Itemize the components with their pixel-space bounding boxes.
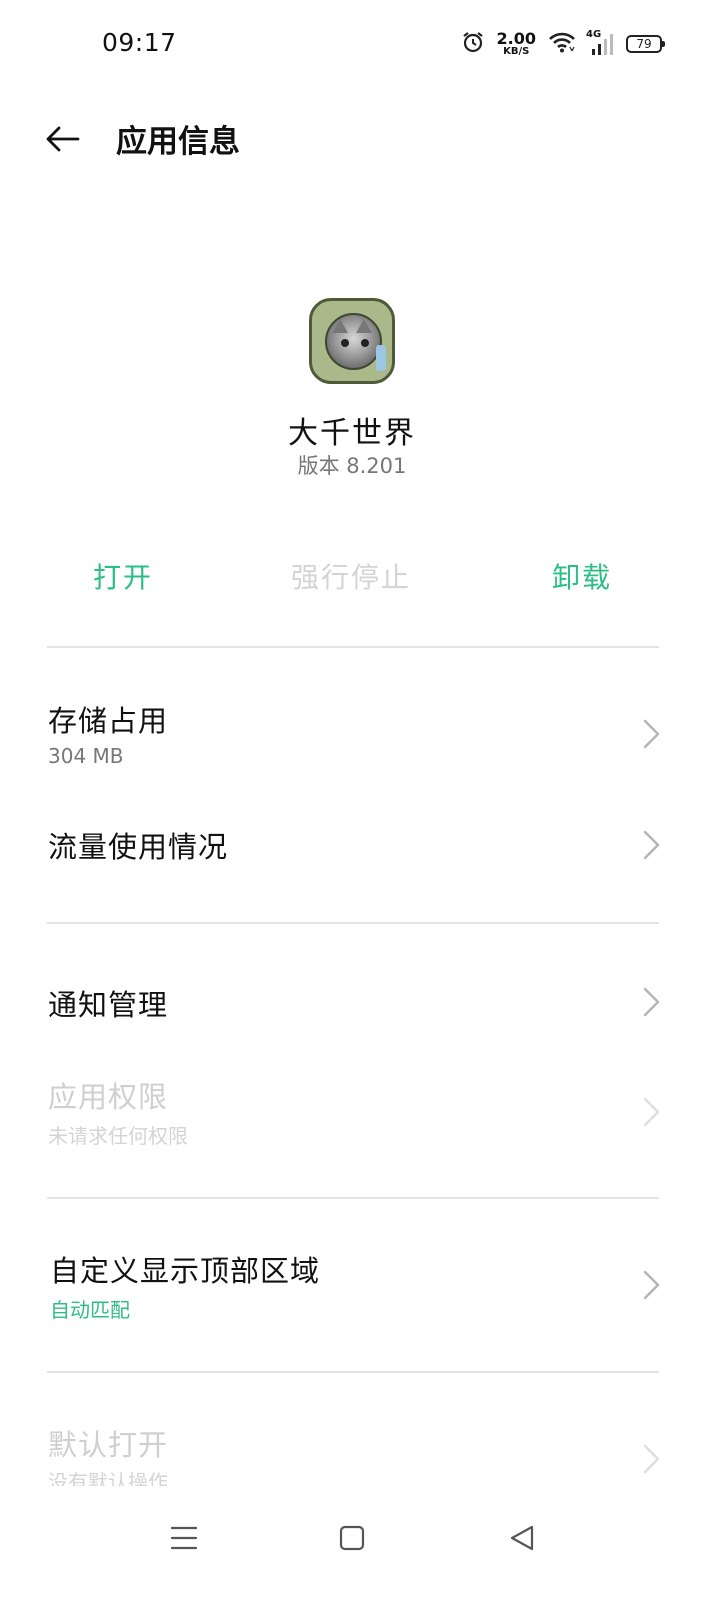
back-triangle-icon (510, 1525, 534, 1551)
home-nav-button[interactable] (322, 1508, 382, 1568)
cellular-signal-icon: 4G (586, 29, 616, 57)
status-icons: 2.00 KB/S 4G 79 (461, 28, 665, 60)
status-bar: 09:17 2.00 KB/S 4G 79 (0, 0, 720, 88)
battery-icon: 79 (626, 35, 665, 53)
action-bar: 打开 强行停止 卸载 (0, 556, 720, 602)
chevron-right-icon (643, 987, 660, 1017)
data-usage-row[interactable]: 流量使用情况 (0, 800, 720, 890)
app-name: 大千世界 (288, 416, 416, 451)
status-time: 09:17 (102, 28, 177, 57)
wifi-icon (548, 31, 576, 57)
menu-nav-button[interactable] (154, 1508, 214, 1568)
storage-row[interactable]: 存储占用 304 MB (0, 680, 720, 790)
network-speed: 2.00 KB/S (497, 31, 536, 57)
back-nav-button[interactable] (492, 1508, 552, 1568)
app-version: 版本 8.201 (297, 454, 407, 478)
notifications-title: 通知管理 (48, 988, 169, 1022)
display-area-subtitle: 自动匹配 (50, 1298, 130, 1322)
force-stop-button: 强行停止 (291, 561, 412, 594)
chevron-right-icon (643, 1444, 660, 1474)
default-open-title: 默认打开 (48, 1428, 169, 1462)
back-button[interactable] (36, 114, 88, 164)
divider (47, 1197, 659, 1199)
home-square-icon (339, 1525, 365, 1551)
storage-value: 304 MB (48, 744, 124, 768)
navigation-bar (0, 1486, 720, 1600)
uninstall-button[interactable]: 卸载 (552, 556, 612, 596)
page-title: 应用信息 (116, 124, 240, 160)
default-open-row: 默认打开 没有默认操作 (0, 1404, 720, 1486)
permissions-title: 应用权限 (48, 1080, 169, 1114)
display-area-title: 自定义显示顶部区域 (50, 1254, 321, 1288)
menu-icon (170, 1526, 198, 1550)
permissions-subtitle: 未请求任何权限 (48, 1124, 188, 1148)
network-speed-value: 2.00 (496, 29, 536, 48)
chevron-right-icon (643, 1097, 660, 1127)
app-bar: 应用信息 (0, 100, 720, 180)
chevron-right-icon (643, 830, 660, 860)
back-arrow-icon (46, 126, 80, 152)
chevron-right-icon (643, 1270, 660, 1300)
display-area-row[interactable]: 自定义显示顶部区域 自动匹配 (0, 1232, 720, 1342)
permissions-row: 应用权限 未请求任何权限 (0, 1060, 720, 1170)
notifications-row[interactable]: 通知管理 (0, 958, 720, 1048)
default-open-subtitle: 没有默认操作 (48, 1470, 168, 1486)
divider (47, 646, 659, 648)
storage-title: 存储占用 (48, 704, 169, 738)
chevron-right-icon (643, 719, 660, 749)
alarm-icon (461, 30, 485, 58)
divider (47, 1371, 659, 1373)
network-speed-unit: KB/S (503, 46, 530, 57)
divider (47, 922, 659, 924)
data-usage-title: 流量使用情况 (48, 830, 229, 864)
app-icon (309, 298, 395, 384)
open-button[interactable]: 打开 (93, 556, 153, 596)
